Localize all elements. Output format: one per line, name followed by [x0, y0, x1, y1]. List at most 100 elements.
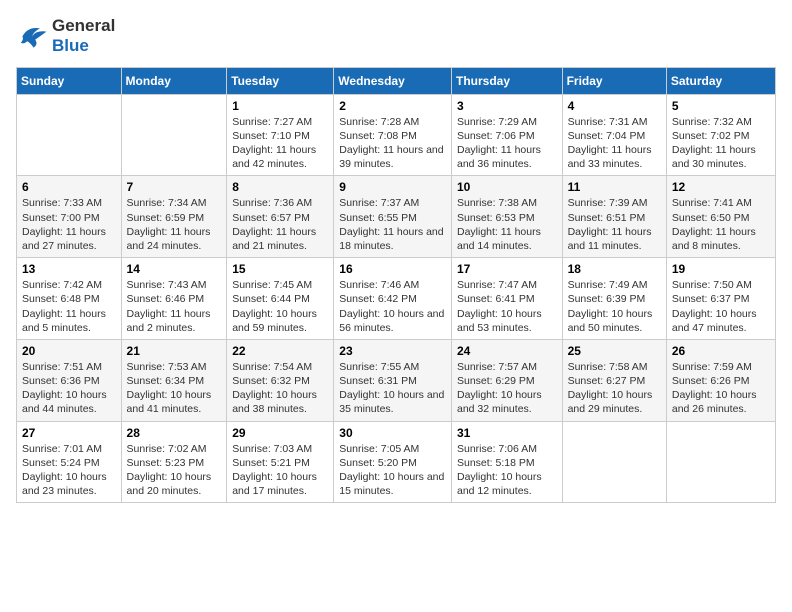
day-number: 16 — [339, 262, 446, 276]
day-number: 3 — [457, 99, 557, 113]
day-number: 5 — [672, 99, 770, 113]
day-cell: 16 Sunrise: 7:46 AMSunset: 6:42 PMDayligh… — [334, 258, 452, 340]
day-cell: 1 Sunrise: 7:27 AMSunset: 7:10 PMDaylight… — [227, 94, 334, 176]
day-info: Sunrise: 7:03 AMSunset: 5:21 PMDaylight:… — [232, 442, 328, 499]
day-number: 7 — [127, 180, 222, 194]
day-cell: 28Sunrise: 7:02 AMSunset: 5:23 PMDayligh… — [121, 421, 227, 503]
day-info: Sunrise: 7:47 AMSunset: 6:41 PMDaylight:… — [457, 278, 557, 335]
logo-blue: Blue — [52, 36, 115, 56]
day-cell: 5 Sunrise: 7:32 AMSunset: 7:02 PMDaylight… — [666, 94, 775, 176]
day-cell: 27 Sunrise: 7:01 AMSunset: 5:24 PMDayligh… — [17, 421, 122, 503]
day-number: 30 — [339, 426, 446, 440]
day-info: Sunrise: 7:36 AMSunset: 6:57 PMDaylight:… — [232, 196, 328, 253]
day-number: 13 — [22, 262, 116, 276]
day-info: Sunrise: 7:27 AMSunset: 7:10 PMDaylight:… — [232, 115, 328, 172]
day-info: Sunrise: 7:42 AMSunset: 6:48 PMDaylight:… — [22, 278, 116, 335]
day-info: Sunrise: 7:32 AMSunset: 7:02 PMDaylight:… — [672, 115, 770, 172]
day-info: Sunrise: 7:49 AMSunset: 6:39 PMDaylight:… — [568, 278, 661, 335]
day-info: Sunrise: 7:45 AMSunset: 6:44 PMDaylight:… — [232, 278, 328, 335]
day-info: Sunrise: 7:46 AMSunset: 6:42 PMDaylight:… — [339, 278, 446, 335]
header-cell-sunday: Sunday — [17, 67, 122, 94]
week-row-2: 6 Sunrise: 7:33 AMSunset: 7:00 PMDaylight… — [17, 176, 776, 258]
day-cell: 22Sunrise: 7:54 AMSunset: 6:32 PMDayligh… — [227, 339, 334, 421]
day-number: 2 — [339, 99, 446, 113]
day-info: Sunrise: 7:58 AMSunset: 6:27 PMDaylight:… — [568, 360, 661, 417]
page-header: General Blue — [16, 16, 776, 57]
header-cell-thursday: Thursday — [451, 67, 562, 94]
header-cell-monday: Monday — [121, 67, 227, 94]
day-number: 1 — [232, 99, 328, 113]
day-cell: 11 Sunrise: 7:39 AMSunset: 6:51 PMDayligh… — [562, 176, 666, 258]
day-cell — [666, 421, 775, 503]
day-cell: 24 Sunrise: 7:57 AMSunset: 6:29 PMDayligh… — [451, 339, 562, 421]
day-cell: 25 Sunrise: 7:58 AMSunset: 6:27 PMDayligh… — [562, 339, 666, 421]
day-cell: 9 Sunrise: 7:37 AMSunset: 6:55 PMDaylight… — [334, 176, 452, 258]
day-number: 14 — [127, 262, 222, 276]
day-info: Sunrise: 7:33 AMSunset: 7:00 PMDaylight:… — [22, 196, 116, 253]
day-number: 24 — [457, 344, 557, 358]
day-number: 11 — [568, 180, 661, 194]
day-info: Sunrise: 7:39 AMSunset: 6:51 PMDaylight:… — [568, 196, 661, 253]
week-row-3: 13 Sunrise: 7:42 AMSunset: 6:48 PMDayligh… — [17, 258, 776, 340]
day-number: 8 — [232, 180, 328, 194]
day-cell: 29 Sunrise: 7:03 AMSunset: 5:21 PMDayligh… — [227, 421, 334, 503]
day-info: Sunrise: 7:38 AMSunset: 6:53 PMDaylight:… — [457, 196, 557, 253]
day-number: 23 — [339, 344, 446, 358]
day-info: Sunrise: 7:53 AMSunset: 6:34 PMDaylight:… — [127, 360, 222, 417]
day-number: 17 — [457, 262, 557, 276]
day-cell — [17, 94, 122, 176]
week-row-5: 27 Sunrise: 7:01 AMSunset: 5:24 PMDayligh… — [17, 421, 776, 503]
day-info: Sunrise: 7:34 AMSunset: 6:59 PMDaylight:… — [127, 196, 222, 253]
day-number: 9 — [339, 180, 446, 194]
day-cell: 20Sunrise: 7:51 AMSunset: 6:36 PMDayligh… — [17, 339, 122, 421]
day-cell: 12Sunrise: 7:41 AMSunset: 6:50 PMDayligh… — [666, 176, 775, 258]
day-number: 22 — [232, 344, 328, 358]
day-number: 25 — [568, 344, 661, 358]
day-cell: 31 Sunrise: 7:06 AMSunset: 5:18 PMDayligh… — [451, 421, 562, 503]
day-number: 10 — [457, 180, 557, 194]
day-number: 15 — [232, 262, 328, 276]
day-info: Sunrise: 7:28 AMSunset: 7:08 PMDaylight:… — [339, 115, 446, 172]
day-info: Sunrise: 7:06 AMSunset: 5:18 PMDaylight:… — [457, 442, 557, 499]
week-row-4: 20Sunrise: 7:51 AMSunset: 6:36 PMDayligh… — [17, 339, 776, 421]
day-number: 29 — [232, 426, 328, 440]
day-cell: 10 Sunrise: 7:38 AMSunset: 6:53 PMDayligh… — [451, 176, 562, 258]
day-info: Sunrise: 7:29 AMSunset: 7:06 PMDaylight:… — [457, 115, 557, 172]
day-number: 18 — [568, 262, 661, 276]
day-cell: 4 Sunrise: 7:31 AMSunset: 7:04 PMDaylight… — [562, 94, 666, 176]
day-cell: 30 Sunrise: 7:05 AMSunset: 5:20 PMDayligh… — [334, 421, 452, 503]
day-cell: 19Sunrise: 7:50 AMSunset: 6:37 PMDayligh… — [666, 258, 775, 340]
day-info: Sunrise: 7:01 AMSunset: 5:24 PMDaylight:… — [22, 442, 116, 499]
day-info: Sunrise: 7:31 AMSunset: 7:04 PMDaylight:… — [568, 115, 661, 172]
day-cell: 23 Sunrise: 7:55 AMSunset: 6:31 PMDayligh… — [334, 339, 452, 421]
day-info: Sunrise: 7:05 AMSunset: 5:20 PMDaylight:… — [339, 442, 446, 499]
day-number: 31 — [457, 426, 557, 440]
day-number: 20 — [22, 344, 116, 358]
day-info: Sunrise: 7:41 AMSunset: 6:50 PMDaylight:… — [672, 196, 770, 253]
calendar-table: SundayMondayTuesdayWednesdayThursdayFrid… — [16, 67, 776, 503]
day-cell — [121, 94, 227, 176]
day-cell: 7 Sunrise: 7:34 AMSunset: 6:59 PMDaylight… — [121, 176, 227, 258]
logo-general: General — [52, 16, 115, 36]
day-cell: 15 Sunrise: 7:45 AMSunset: 6:44 PMDayligh… — [227, 258, 334, 340]
day-cell: 17 Sunrise: 7:47 AMSunset: 6:41 PMDayligh… — [451, 258, 562, 340]
day-number: 27 — [22, 426, 116, 440]
week-row-1: 1 Sunrise: 7:27 AMSunset: 7:10 PMDaylight… — [17, 94, 776, 176]
header-cell-wednesday: Wednesday — [334, 67, 452, 94]
day-number: 4 — [568, 99, 661, 113]
day-info: Sunrise: 7:37 AMSunset: 6:55 PMDaylight:… — [339, 196, 446, 253]
day-cell: 21 Sunrise: 7:53 AMSunset: 6:34 PMDayligh… — [121, 339, 227, 421]
header-cell-friday: Friday — [562, 67, 666, 94]
day-info: Sunrise: 7:55 AMSunset: 6:31 PMDaylight:… — [339, 360, 446, 417]
day-cell: 26 Sunrise: 7:59 AMSunset: 6:26 PMDayligh… — [666, 339, 775, 421]
day-cell: 14Sunrise: 7:43 AMSunset: 6:46 PMDayligh… — [121, 258, 227, 340]
day-info: Sunrise: 7:57 AMSunset: 6:29 PMDaylight:… — [457, 360, 557, 417]
day-cell: 13 Sunrise: 7:42 AMSunset: 6:48 PMDayligh… — [17, 258, 122, 340]
day-number: 26 — [672, 344, 770, 358]
day-number: 21 — [127, 344, 222, 358]
day-number: 6 — [22, 180, 116, 194]
day-info: Sunrise: 7:59 AMSunset: 6:26 PMDaylight:… — [672, 360, 770, 417]
day-info: Sunrise: 7:50 AMSunset: 6:37 PMDaylight:… — [672, 278, 770, 335]
logo-icon — [16, 22, 48, 50]
header-cell-saturday: Saturday — [666, 67, 775, 94]
